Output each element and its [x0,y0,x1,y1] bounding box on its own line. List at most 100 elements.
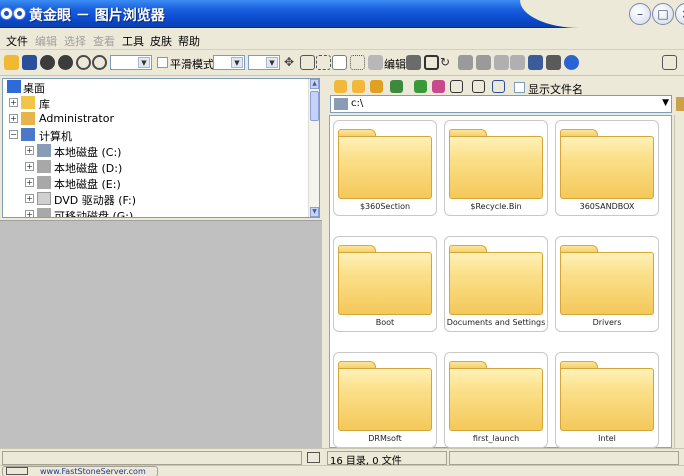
folder-thumbnail[interactable]: DRMsoft [333,352,437,448]
redo-icon[interactable] [510,55,525,70]
expand-icon[interactable]: + [25,210,34,217]
open-folder-icon[interactable] [352,80,365,93]
menu-view[interactable]: 查看 [93,33,115,49]
folder-thumbnail[interactable]: 360SANDBOX [555,120,659,216]
expand-icon[interactable]: + [9,98,18,107]
system-drive-icon [37,144,51,157]
desktop-icon [7,80,21,93]
menu-tools[interactable]: 工具 [122,33,144,49]
save-icon[interactable] [22,55,37,70]
list-view-icon[interactable] [450,80,463,93]
hand-tool-icon[interactable] [332,55,347,70]
drive-icon [37,176,51,189]
menu-skin[interactable]: 皮肤 [150,33,172,49]
computer-icon [21,128,35,141]
fullscreen-icon[interactable] [307,452,320,463]
refresh-icon[interactable] [390,80,403,93]
select-rect-icon[interactable] [350,55,365,70]
folder-icon [560,245,654,315]
menu-bar: 文件 编辑 选择 查看 工具 皮肤 帮助 [0,28,684,50]
folder-icon [338,245,432,315]
expand-icon[interactable]: + [25,146,34,155]
folder-name: 360SANDBOX [579,202,635,211]
folder-thumbnail[interactable]: Drivers [555,236,659,332]
menu-file[interactable]: 文件 [6,33,28,49]
folder-thumbnail[interactable]: first_launch [444,352,548,448]
collapse-icon[interactable]: − [9,130,18,139]
zoom-in-icon[interactable] [76,55,91,70]
library-icon [21,96,35,109]
app-window: 黄金眼 － 图片浏览器 – □ × 文件 编辑 选择 查看 工具 皮肤 帮助 ▼… [0,0,684,476]
folder-icon [449,245,543,315]
print-icon[interactable] [546,55,561,70]
thumbnail-gallery[interactable]: $360Section $Recycle.Bin 360SANDBOX Boot… [329,115,672,448]
edit-icon[interactable] [368,55,383,70]
folder-thumbnail[interactable]: Documents and Settings [444,236,548,332]
effect-combo[interactable]: ▼ [213,55,245,70]
details-view-icon[interactable] [472,80,485,93]
edit-label[interactable]: 编辑 [384,56,406,72]
open-folder-icon[interactable] [4,55,19,70]
help-icon[interactable] [564,55,579,70]
zoom-combo[interactable]: ▼ [110,55,152,70]
up-folder-icon[interactable] [370,80,383,93]
next-icon[interactable] [58,55,73,70]
scroll-thumb[interactable] [310,91,319,121]
previous-icon[interactable] [40,55,55,70]
move-icon[interactable]: ✥ [284,55,299,70]
scroll-up-icon[interactable]: ▲ [310,79,319,89]
smooth-mode-checkbox[interactable] [157,57,168,68]
thumbnail-view-icon[interactable] [492,80,505,93]
preview-panel [0,220,322,448]
expand-icon[interactable]: + [25,194,34,203]
flip-v-icon[interactable] [476,55,491,70]
layout-icon[interactable] [662,55,677,70]
menu-help[interactable]: 帮助 [178,33,200,49]
folder-icon [338,361,432,431]
crop-icon[interactable] [424,55,439,70]
minimize-button[interactable]: – [629,3,651,25]
menu-edit[interactable]: 编辑 [35,33,57,49]
drive-icon [334,98,348,110]
folder-tree[interactable]: 桌面 + 库 + Administrator − 计算机 + 本地磁盘 (C:)… [2,78,320,218]
resize-icon[interactable] [406,55,421,70]
scroll-down-icon[interactable]: ▼ [310,207,319,217]
show-filenames-checkbox[interactable] [514,82,525,93]
path-combo[interactable]: c:\ ▼ [330,95,672,113]
gallery-scrollbar[interactable] [674,115,684,448]
folder-name: $360Section [359,202,411,211]
folder-thumbnail[interactable]: $360Section [333,120,437,216]
full-size-icon[interactable] [316,55,331,70]
flip-h-icon[interactable] [458,55,473,70]
trash-icon[interactable] [676,97,684,111]
folder-name: DRMsoft [368,434,402,443]
fit-icon[interactable] [300,55,315,70]
undo-icon[interactable] [494,55,509,70]
taskbar-text: www.FastStoneServer.com [40,467,146,476]
filter-icon[interactable] [432,80,445,93]
taskbar: www.FastStoneServer.com [0,465,684,476]
folder-thumbnail[interactable]: Boot [333,236,437,332]
size-combo[interactable]: ▼ [248,55,280,70]
app-icon [0,7,13,20]
expand-icon[interactable]: + [25,178,34,187]
title-bar[interactable]: 黄金眼 － 图片浏览器 – □ × [0,0,684,28]
expand-icon[interactable]: + [25,162,34,171]
expand-icon[interactable]: + [9,114,18,123]
menu-select[interactable]: 选择 [64,33,86,49]
folder-name: Documents and Settings [446,318,546,327]
folder-name: Drivers [592,318,622,327]
folder-thumbnail[interactable]: Intel [555,352,659,448]
maximize-button[interactable]: □ [652,3,674,25]
folder-icon [560,361,654,431]
tree-scrollbar[interactable]: ▲ ▼ [308,79,319,217]
rotate-icon[interactable]: ↻ [440,55,455,70]
slideshow-icon[interactable] [528,55,543,70]
folder-thumbnail[interactable]: $Recycle.Bin [444,120,548,216]
sync-icon[interactable] [414,80,427,93]
folder-icon [560,129,654,199]
chevron-down-icon[interactable]: ▼ [662,98,669,108]
browser-toolbar: 显示文件名 [328,78,684,96]
new-folder-icon[interactable] [334,80,347,93]
zoom-out-icon[interactable] [92,55,107,70]
